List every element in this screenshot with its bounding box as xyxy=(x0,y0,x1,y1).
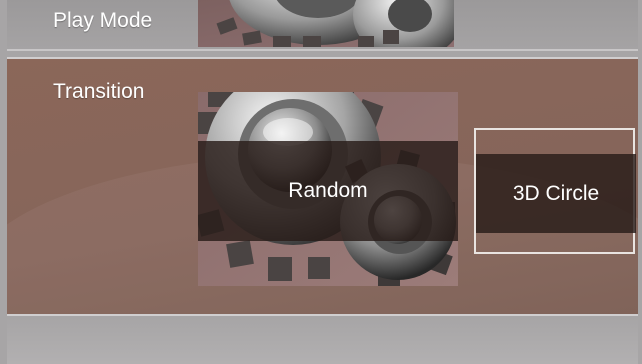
transition-label: Transition xyxy=(53,80,145,103)
empty-row xyxy=(7,318,638,364)
transition-option-random[interactable]: Random xyxy=(198,141,458,241)
play-mode-label: Play Mode xyxy=(53,9,153,32)
transition-option-3d-circle[interactable]: 3D Circle xyxy=(476,154,636,233)
gears-thumbnail-icon xyxy=(198,0,454,47)
